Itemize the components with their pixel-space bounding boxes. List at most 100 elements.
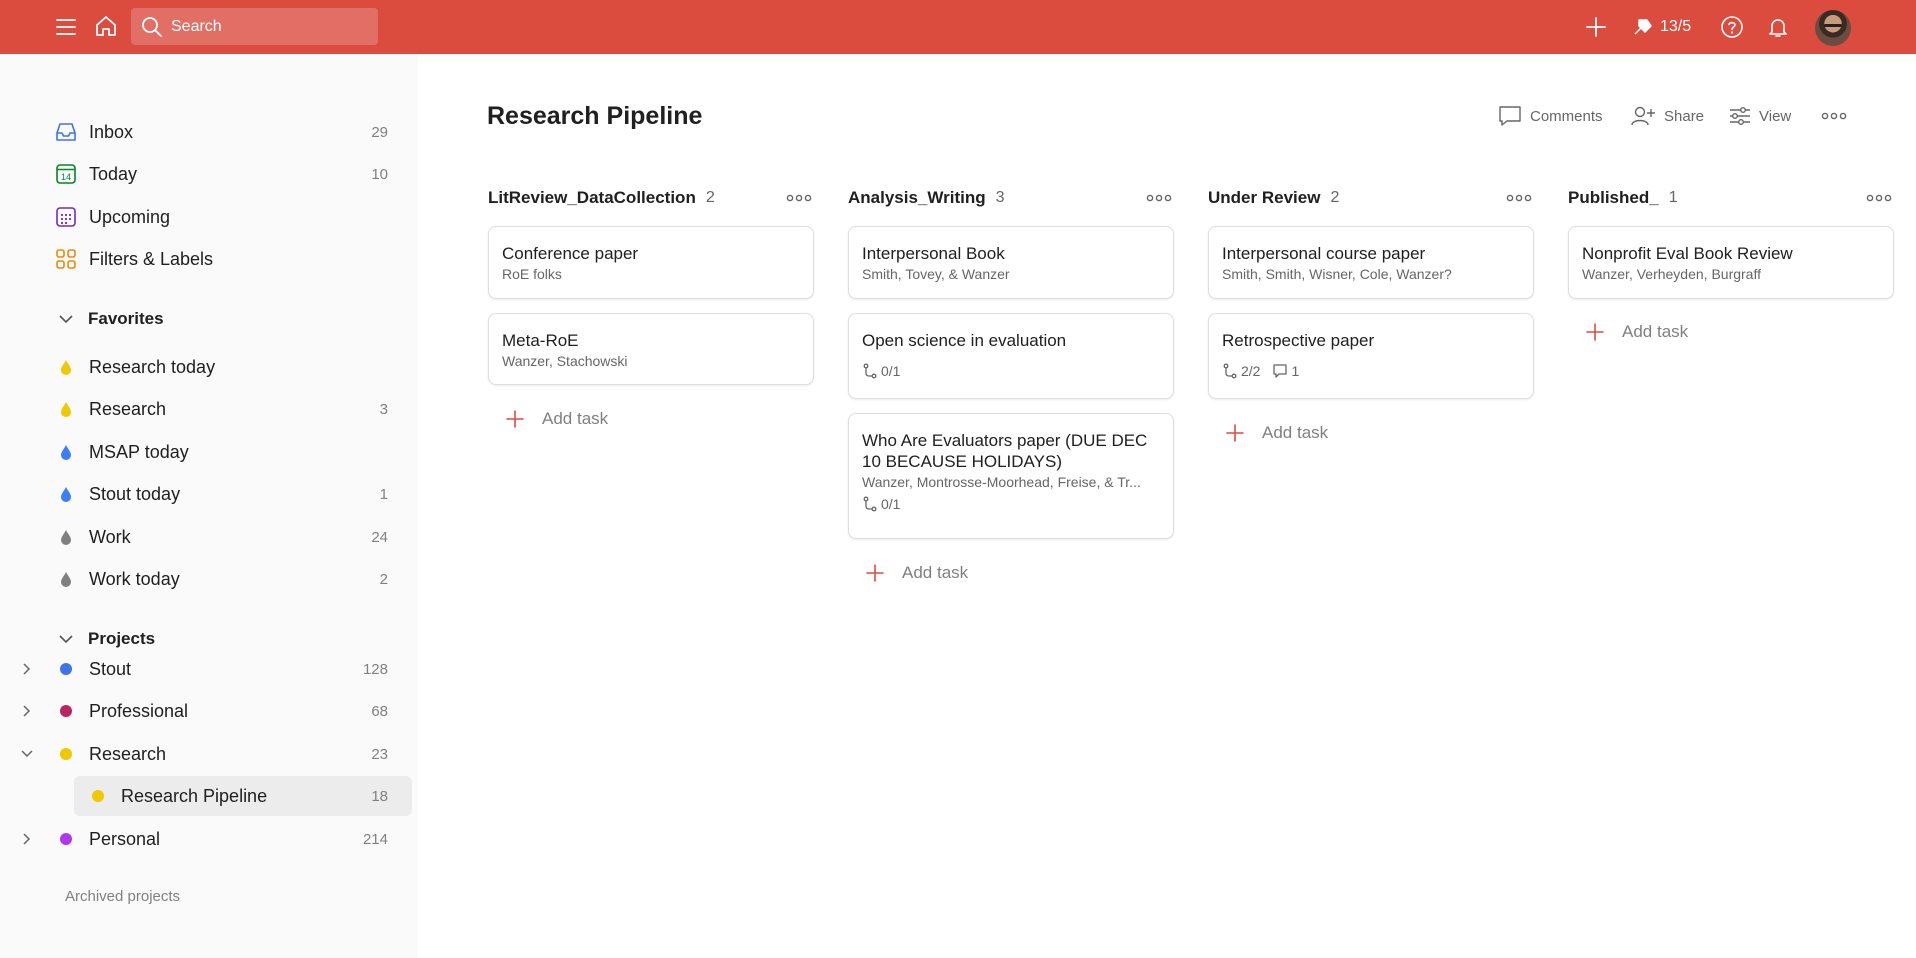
search-input[interactable] <box>171 17 361 36</box>
chevron-down-icon[interactable] <box>18 736 36 772</box>
sliders-icon <box>1729 106 1751 126</box>
task-card[interactable]: Open science in evaluation 0/1 <box>848 313 1174 399</box>
column-name: LitReview_DataCollection <box>488 188 696 207</box>
sidebar-item-label: Research <box>89 398 167 419</box>
sidebar-item-filters-labels[interactable]: Filters & Labels <box>54 241 388 277</box>
add-task-label: Add task <box>1622 322 1689 341</box>
task-description: Wanzer, Montrosse-Moorhead, Freise, & Tr… <box>862 474 1141 490</box>
task-card[interactable]: Interpersonal course paper Smith, Smith,… <box>1208 226 1534 299</box>
sidebar-item-research[interactable]: Research 3 <box>54 391 388 427</box>
sidebar: Inbox 29 14 Today 10 Upcoming Filters & … <box>0 54 418 958</box>
task-card[interactable]: Who Are Evaluators paper (DUE DEC 10 BEC… <box>848 413 1174 539</box>
board-column-analysis-writing: Analysis_Writing 3 Interpersonal Book Sm… <box>848 182 1174 582</box>
view-button[interactable]: View <box>1729 103 1791 129</box>
task-title: Open science in evaluation <box>862 331 1067 350</box>
sidebar-item-label: Personal <box>89 828 161 849</box>
add-person-icon <box>1630 105 1656 127</box>
column-count: 1 <box>1668 189 1678 206</box>
project-color-dot <box>60 748 72 760</box>
sidebar-item-stout-today[interactable]: Stout today 1 <box>54 476 388 512</box>
chevron-right-icon[interactable] <box>18 693 36 729</box>
add-task-button[interactable]: Add task <box>504 404 608 434</box>
sidebar-item-label: Stout today <box>89 483 181 504</box>
chevron-right-icon[interactable] <box>18 651 36 687</box>
drop-icon <box>60 444 72 460</box>
sidebar-item-personal[interactable]: Personal 214 <box>54 821 388 857</box>
task-card[interactable]: Retrospective paper 2/2 1 <box>1208 313 1534 399</box>
search-box[interactable] <box>131 8 378 45</box>
sidebar-item-professional[interactable]: Professional 68 <box>54 693 388 729</box>
karma-button[interactable]: 13/5 <box>1632 10 1691 44</box>
add-task-button[interactable]: Add task <box>1584 317 1688 347</box>
comments-button[interactable]: Comments <box>1498 103 1603 129</box>
chevron-down-icon <box>56 314 76 324</box>
subtask-count: 0/1 <box>862 496 900 512</box>
help-icon[interactable] <box>1716 11 1748 43</box>
home-icon[interactable] <box>90 10 122 42</box>
subtask-progress: 2/2 <box>1241 363 1261 379</box>
calendar-day-number: 14 <box>61 172 71 182</box>
quick-add-plus-icon[interactable] <box>1580 11 1612 43</box>
drop-icon <box>60 401 72 417</box>
sidebar-item-label: Filters & Labels <box>89 248 214 269</box>
grid-icon <box>54 247 78 271</box>
sidebar-item-today[interactable]: 14 Today 10 <box>54 156 388 192</box>
sidebar-item-inbox[interactable]: Inbox 29 <box>54 114 388 150</box>
subtask-count: 2/2 <box>1222 363 1260 379</box>
board-column-litreview: LitReview_DataCollection 2 Conference pa… <box>488 182 814 428</box>
chevron-right-icon[interactable] <box>18 821 36 857</box>
view-label: View <box>1759 107 1792 125</box>
favorites-section-header[interactable]: Favorites <box>56 301 164 337</box>
sidebar-item-research-project[interactable]: Research 23 <box>54 736 388 772</box>
column-count: 3 <box>995 189 1005 206</box>
add-task-label: Add task <box>902 563 969 582</box>
drop-icon <box>60 529 72 545</box>
add-task-button[interactable]: Add task <box>864 558 968 588</box>
sidebar-item-label: Stout <box>89 658 132 679</box>
calendar-today-icon: 14 <box>54 162 78 186</box>
sidebar-item-count: 214 <box>362 830 388 848</box>
task-description: Smith, Smith, Wisner, Cole, Wanzer? <box>1222 266 1452 282</box>
sidebar-item-work[interactable]: Work 24 <box>54 519 388 555</box>
avatar[interactable] <box>1815 10 1851 46</box>
menu-icon[interactable] <box>50 11 82 43</box>
section-title: Favorites <box>88 309 164 328</box>
more-options-icon[interactable] <box>1504 186 1534 210</box>
add-task-button[interactable]: Add task <box>1224 418 1328 448</box>
sidebar-item-count: 1 <box>379 485 388 503</box>
comment-icon <box>1273 364 1288 378</box>
drop-icon <box>60 359 72 375</box>
share-button[interactable]: Share <box>1630 103 1704 129</box>
more-options-icon[interactable] <box>784 186 814 210</box>
sidebar-item-work-today[interactable]: Work today 2 <box>54 561 388 597</box>
project-color-dot <box>60 833 72 845</box>
sidebar-item-research-pipeline[interactable]: Research Pipeline 18 <box>74 776 412 816</box>
sidebar-item-msap-today[interactable]: MSAP today <box>54 434 388 470</box>
sidebar-item-research-today[interactable]: Research today <box>54 349 388 385</box>
task-card[interactable]: Meta-RoE Wanzer, Stachowski <box>488 313 814 385</box>
more-options-icon[interactable] <box>1144 186 1174 210</box>
sidebar-item-label: Research Pipeline <box>121 785 268 806</box>
sidebar-item-count: 3 <box>379 400 388 418</box>
sidebar-item-upcoming[interactable]: Upcoming <box>54 199 388 235</box>
subtask-icon <box>1223 363 1237 379</box>
task-card[interactable]: Interpersonal Book Smith, Tovey, & Wanze… <box>848 226 1174 299</box>
more-options-icon[interactable] <box>1818 103 1850 129</box>
bell-icon[interactable] <box>1762 11 1794 43</box>
sidebar-item-count: 2 <box>379 570 388 588</box>
comment-number: 1 <box>1291 363 1300 379</box>
archived-projects-link[interactable]: Archived projects <box>65 888 180 905</box>
task-card[interactable]: Nonprofit Eval Book Review Wanzer, Verhe… <box>1568 226 1894 299</box>
task-card[interactable]: Conference paper RoE folks <box>488 226 814 299</box>
karma-icon <box>1634 19 1652 35</box>
column-header: Analysis_Writing 3 <box>848 182 1174 214</box>
column-header: Under Review 2 <box>1208 182 1534 214</box>
sidebar-item-label: Upcoming <box>89 206 171 227</box>
sidebar-item-stout[interactable]: Stout 128 <box>54 651 388 687</box>
more-options-icon[interactable] <box>1864 186 1894 210</box>
comment-count: 1 <box>1272 363 1299 379</box>
page-title: Research Pipeline <box>487 102 703 130</box>
task-title: Nonprofit Eval Book Review <box>1582 244 1793 263</box>
column-name: Analysis_Writing <box>848 188 986 207</box>
sidebar-item-count: 24 <box>371 528 388 546</box>
